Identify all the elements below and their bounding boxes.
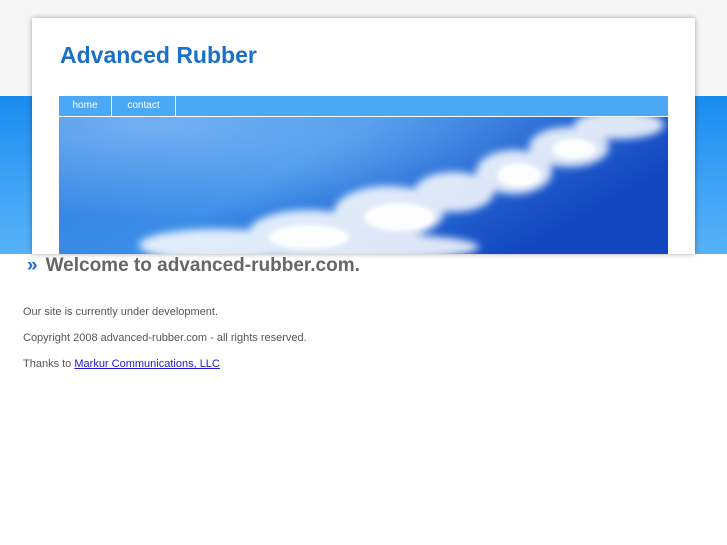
development-notice: Our site is currently under development.	[23, 306, 219, 318]
markur-communications-link[interactable]: Markur Communications, LLC	[74, 358, 220, 370]
thanks-line: Thanks to Markur Communications, LLC	[23, 358, 220, 370]
header-card: Advanced Rubber home contact	[32, 18, 695, 254]
site-title: Advanced Rubber	[60, 42, 257, 68]
nav-bar: home contact	[59, 96, 668, 117]
welcome-heading-text: Welcome to advanced-rubber.com.	[45, 255, 360, 276]
nav-item-contact[interactable]: contact	[112, 96, 176, 116]
nav-item-home[interactable]: home	[59, 96, 112, 116]
copyright-text: Copyright 2008 advanced-rubber.com - all…	[23, 332, 307, 344]
page: Advanced Rubber home contact » Welcome t…	[0, 0, 727, 545]
sky-banner-image	[59, 117, 668, 254]
thanks-prefix: Thanks to	[23, 358, 72, 370]
welcome-heading: » Welcome to advanced-rubber.com.	[27, 254, 360, 278]
raquo-marker: »	[27, 255, 38, 276]
